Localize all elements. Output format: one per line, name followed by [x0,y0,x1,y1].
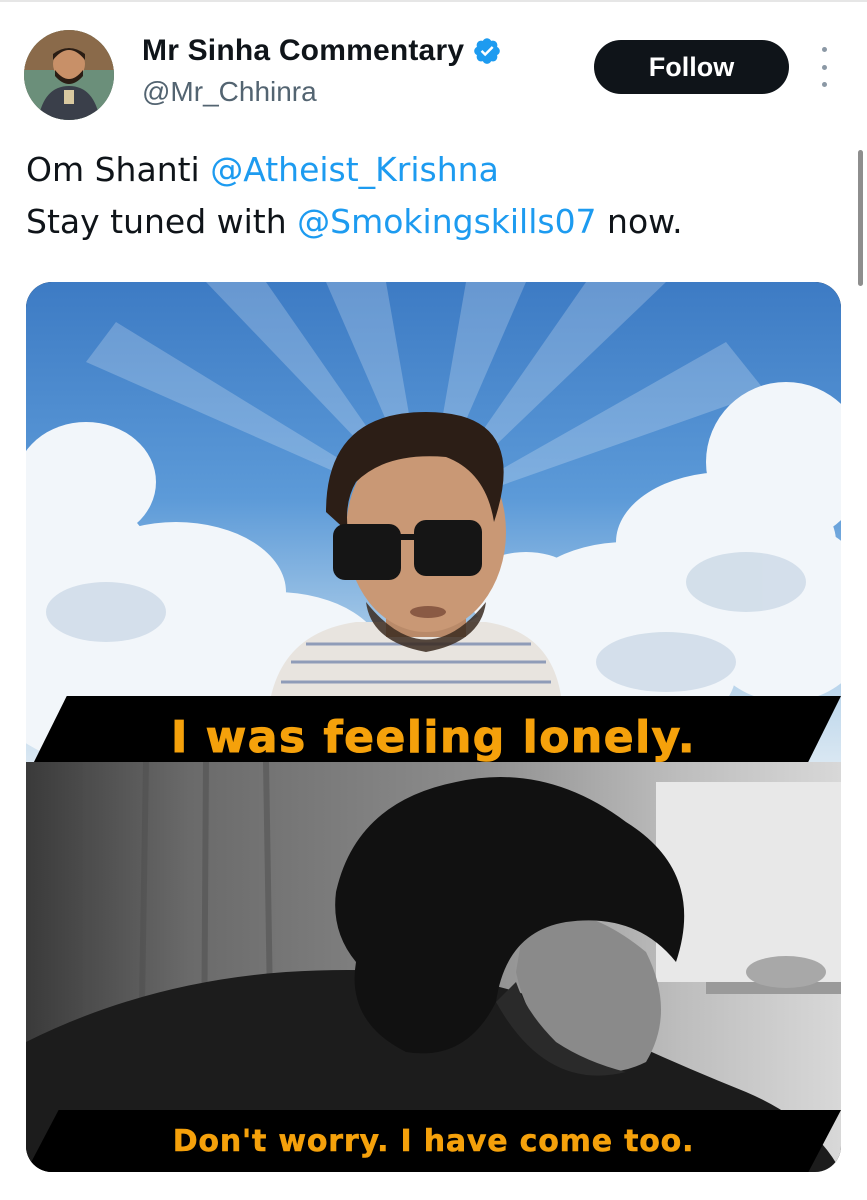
meme-panel-top [26,282,841,762]
avatar[interactable] [24,30,114,120]
meme-caption-bottom-text: Don't worry. I have come too. [172,1123,695,1159]
tweet-text-line-2: Stay tuned with @Smokingskills07 now. [26,196,826,248]
tweet-text-line-1: Om Shanti @Atheist_Krishna [26,144,826,196]
tweet-text-segment: Stay tuned with [26,202,298,241]
scrollbar[interactable] [858,150,863,286]
meme-caption-top-text: I was feeling lonely. [170,711,697,763]
sky-clouds-illustration [26,282,841,762]
tweet-media-image[interactable]: I was feeling lonely. Don't worry. I hav… [26,282,841,1172]
author-name-row: Mr Sinha Commentary [142,34,502,68]
tweet-text-segment: now. [596,202,683,241]
author-handle[interactable]: @Mr_Chhinra [142,76,317,108]
verified-badge-icon [474,38,501,64]
meme-caption-bottom: Don't worry. I have come too. [26,1110,841,1172]
mention-link-atheist-krishna[interactable]: @Atheist_Krishna [210,150,499,189]
avatar-image [24,30,114,120]
top-divider [0,0,867,2]
more-vertical-icon[interactable] [814,47,834,87]
mention-link-smokingskills07[interactable]: @Smokingskills07 [297,202,596,241]
follow-button[interactable]: Follow [594,40,789,94]
tweet-text: Om Shanti @Atheist_Krishna Stay tuned wi… [26,144,826,248]
author-display-name[interactable]: Mr Sinha Commentary [142,34,464,68]
tweet-text-segment: Om Shanti [26,150,211,189]
